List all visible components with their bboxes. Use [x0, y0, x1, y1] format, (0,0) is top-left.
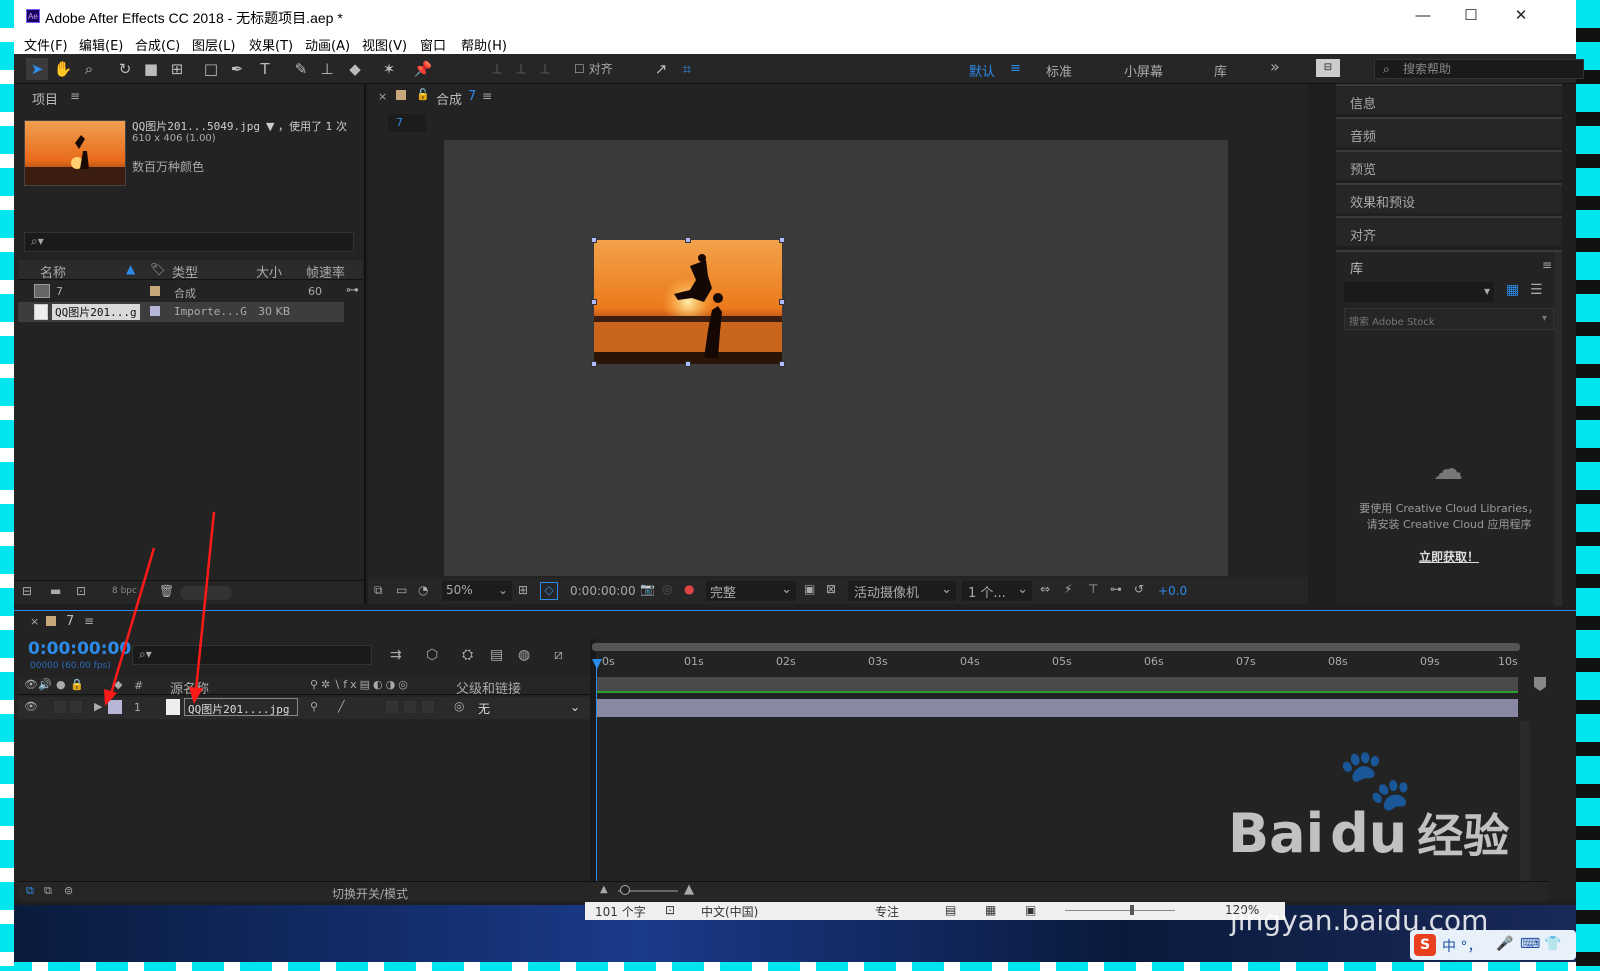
- arrowhead: [104, 689, 117, 706]
- red-arrow-layer-name: [194, 511, 216, 691]
- arrowhead: [189, 687, 203, 704]
- annotation-arrows: [104, 511, 216, 706]
- red-arrow-expand: [109, 547, 156, 695]
